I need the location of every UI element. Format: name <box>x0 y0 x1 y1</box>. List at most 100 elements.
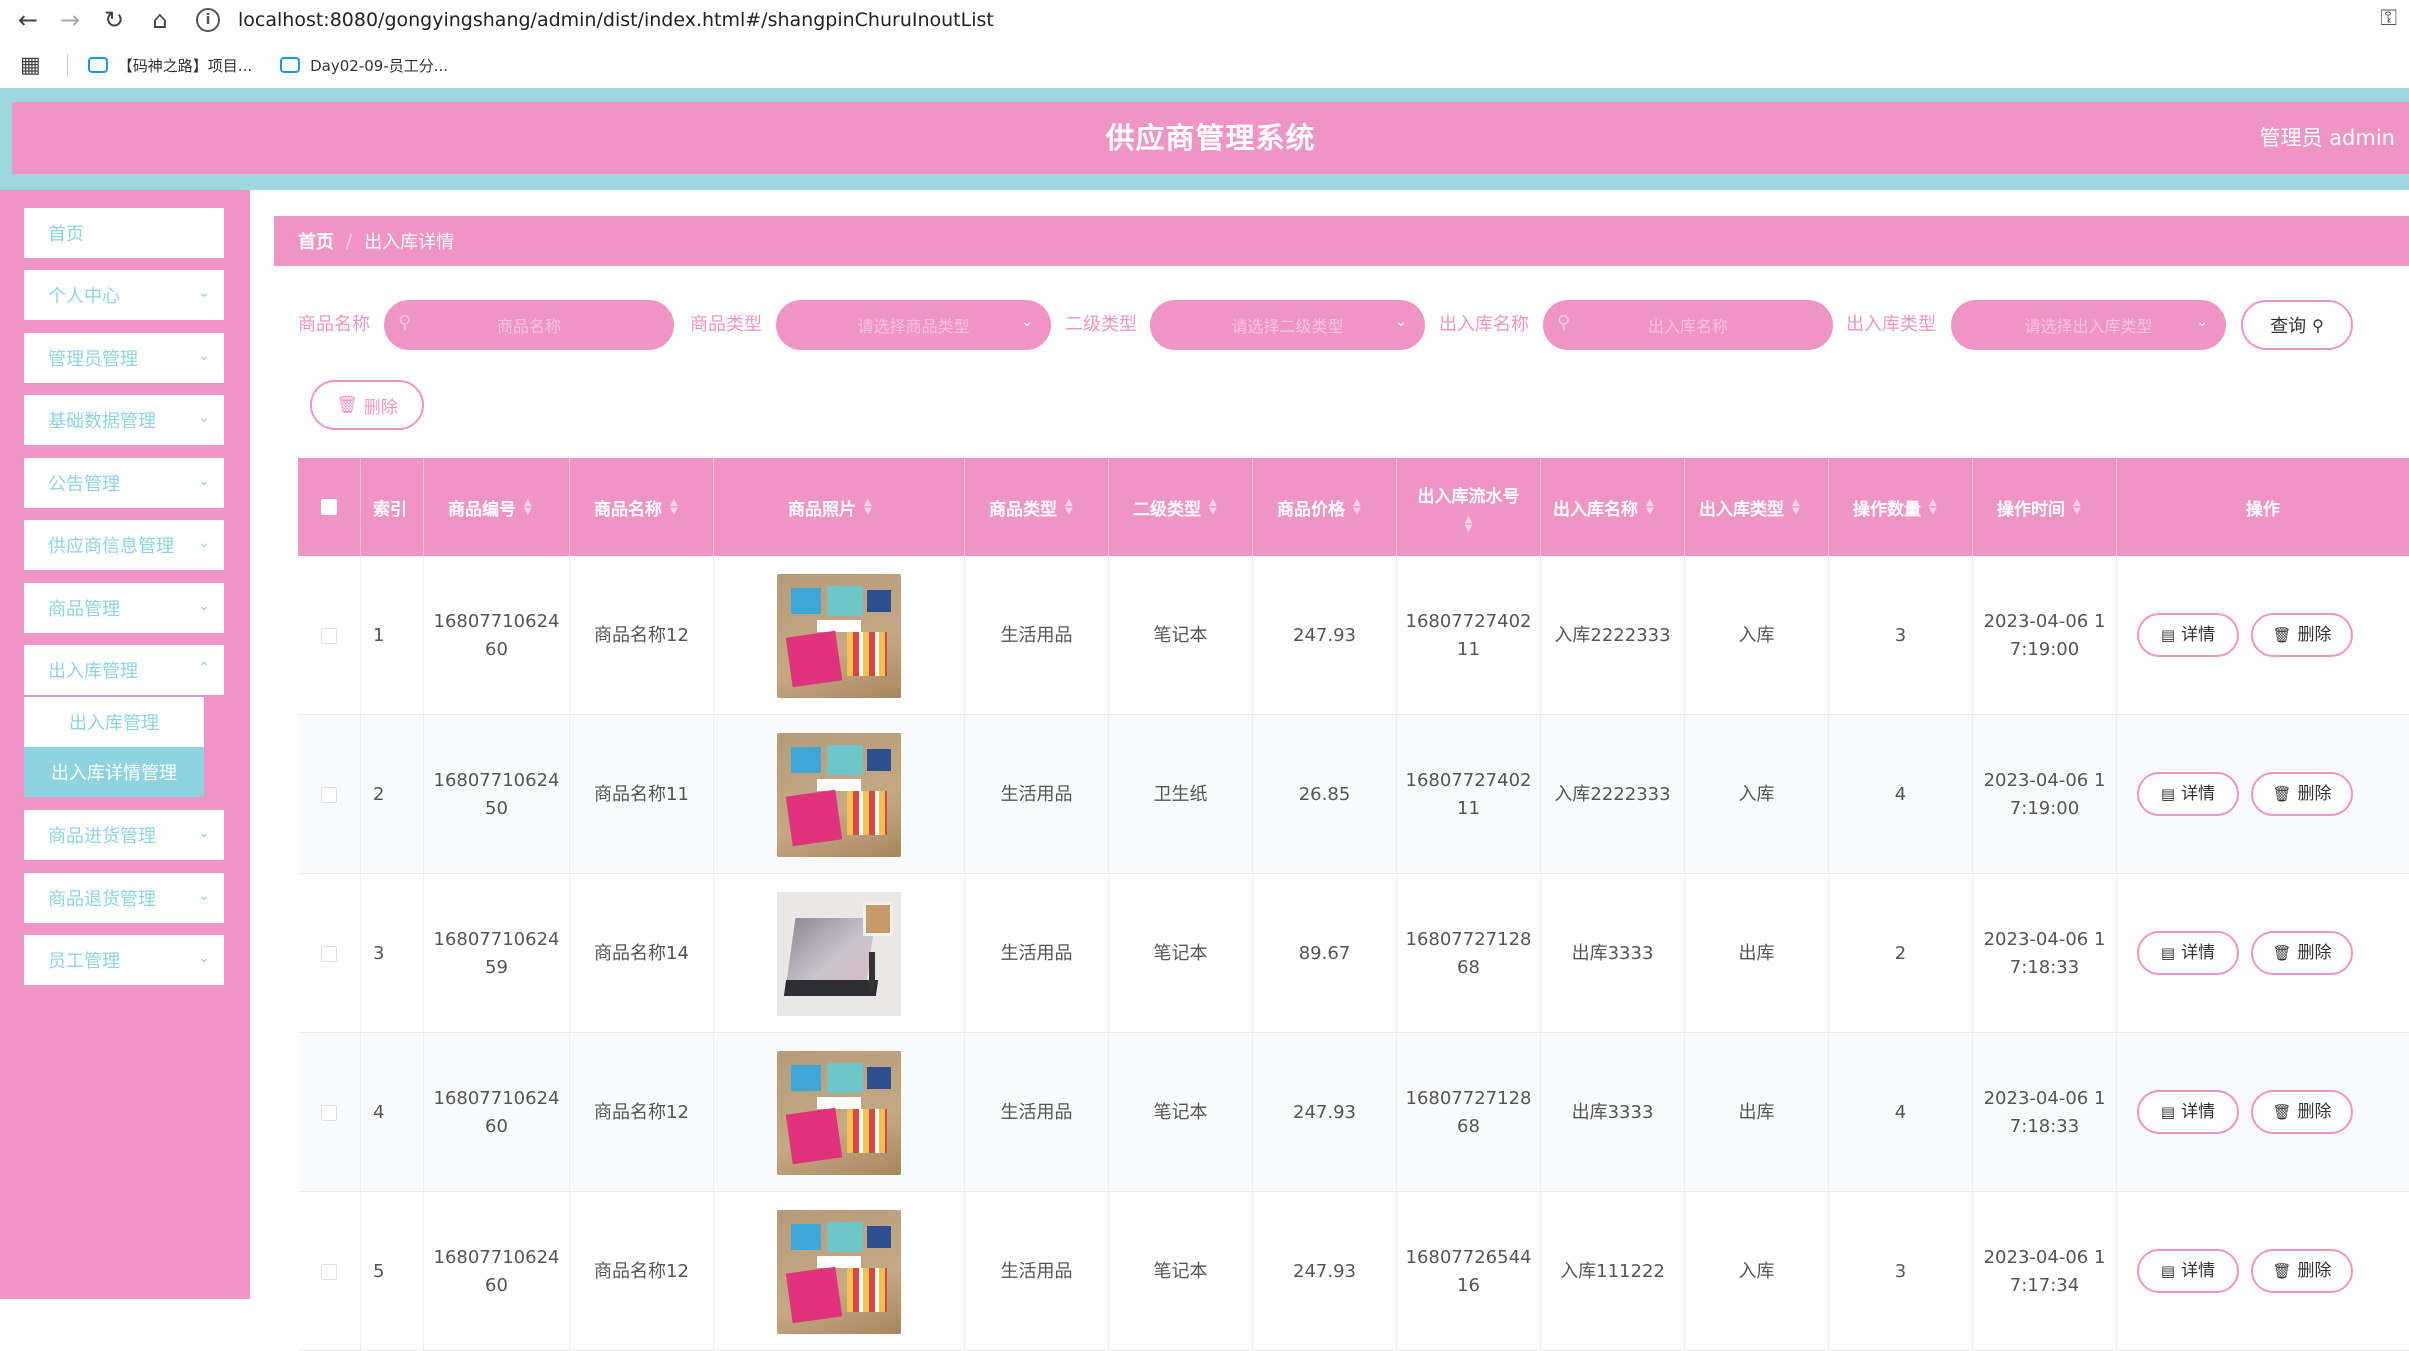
delete-button[interactable]: 🗑 删除 <box>2251 613 2353 657</box>
subtype-cell: 笔记本 <box>1109 874 1253 1033</box>
submenu-item-inout[interactable]: 出入库管理 <box>24 697 204 747</box>
query-button[interactable]: 查询 ⚲ <box>2241 300 2353 350</box>
sidebar-item-inout[interactable]: 出入库管理 ⌃ <box>24 645 224 695</box>
photo-cell <box>714 874 965 1033</box>
bookmark-label: Day02-09-员工分... <box>310 56 449 75</box>
column-header-code[interactable]: 商品编号 ▲ ▼ <box>424 458 570 556</box>
chevron-down-icon: ⌄ <box>2196 314 2208 330</box>
goods-name-input[interactable]: ⚲ 商品名称 <box>384 300 674 350</box>
admin-user-menu[interactable]: 管理员 admin <box>2260 102 2395 174</box>
sidebar-item-base-data[interactable]: 基础数据管理 ⌄ <box>24 395 224 445</box>
detail-button[interactable]: ▤ 详情 <box>2137 1249 2239 1293</box>
sidebar-item-personal-center[interactable]: 个人中心 ⌄ <box>24 270 224 320</box>
column-header-time[interactable]: 操作时间 ▲ ▼ <box>1973 458 2117 556</box>
submenu-item-inout-detail[interactable]: 出入库详情管理 <box>24 747 204 797</box>
delete-button[interactable]: 🗑 删除 <box>2251 931 2353 975</box>
inout-type-select[interactable]: 请选择出入库类型 ⌄ <box>1951 300 2226 350</box>
sidebar-item-supplier[interactable]: 供应商信息管理 ⌄ <box>24 520 224 570</box>
delete-button[interactable]: 🗑 删除 <box>2251 1090 2353 1134</box>
sidebar-item-goods[interactable]: 商品管理 ⌄ <box>24 583 224 633</box>
row-checkbox[interactable] <box>321 627 337 644</box>
column-header-name[interactable]: 商品名称 ▲ ▼ <box>570 458 714 556</box>
select-all-checkbox[interactable] <box>321 499 337 515</box>
chevron-down-icon: ⌄ <box>198 888 210 904</box>
type-cell: 生活用品 <box>965 715 1109 874</box>
row-checkbox[interactable] <box>321 786 337 803</box>
column-header-subtype[interactable]: 二级类型 ▲ ▼ <box>1109 458 1253 556</box>
actions-cell: ▤ 详情 🗑 删除 <box>2117 715 2409 874</box>
type-cell: 生活用品 <box>965 1192 1109 1351</box>
table-row: 5 16807710624 60 商品名称12 生活用品 笔记本 247.93 1… <box>298 1192 2409 1351</box>
subtype-cell: 笔记本 <box>1109 556 1253 715</box>
site-info-icon[interactable]: i <box>196 8 220 32</box>
column-header-serial[interactable]: 出入库流水号 ▲ ▼ <box>1397 458 1541 556</box>
subtype-select[interactable]: 请选择二级类型 ⌄ <box>1150 300 1425 350</box>
address-bar[interactable]: i localhost:8080/gongyingshang/admin/dis… <box>196 3 2376 37</box>
sidebar-item-notice[interactable]: 公告管理 ⌄ <box>24 458 224 508</box>
sort-icon[interactable]: ▲ ▼ <box>1646 498 1654 517</box>
apps-grid-icon[interactable]: ▦ <box>20 53 41 78</box>
sidebar-item-return[interactable]: 商品退货管理 ⌄ <box>24 873 224 923</box>
sort-icon[interactable]: ▲ ▼ <box>670 498 678 517</box>
detail-button[interactable]: ▤ 详情 <box>2137 613 2239 657</box>
home-icon[interactable]: ⌂ <box>144 4 176 36</box>
column-header-inout-type[interactable]: 出入库类型 ▲ ▼ <box>1685 458 1829 556</box>
breadcrumb-home[interactable]: 首页 <box>298 228 334 254</box>
product-photo[interactable] <box>777 891 901 1016</box>
password-key-icon[interactable]: ⚿ <box>2380 6 2397 31</box>
inout-name-input[interactable]: ⚲ 出入库名称 <box>1543 300 1833 350</box>
index-cell: 3 <box>361 874 424 1033</box>
url-text[interactable]: localhost:8080/gongyingshang/admin/dist/… <box>238 9 994 31</box>
sidebar-item-staff[interactable]: 员工管理 ⌄ <box>24 935 224 985</box>
delete-button[interactable]: 🗑 删除 <box>2251 772 2353 816</box>
sort-icon[interactable]: ▲ ▼ <box>1929 498 1937 517</box>
bilibili-icon <box>87 57 108 73</box>
goods-type-select[interactable]: 请选择商品类型 ⌄ <box>776 300 1051 350</box>
product-photo[interactable] <box>777 1050 901 1175</box>
column-header-type[interactable]: 商品类型 ▲ ▼ <box>965 458 1109 556</box>
bookmark-item[interactable]: Day02-09-员工分... <box>280 55 448 76</box>
sort-icon[interactable]: ▲ ▼ <box>524 498 532 517</box>
chevron-down-icon: ⌄ <box>198 473 210 489</box>
price-cell: 247.93 <box>1253 556 1397 715</box>
bookmarks-bar: ▦ 【码神之路】项目... Day02-09-员工分... <box>0 48 2409 82</box>
column-header-photo[interactable]: 商品照片 ▲ ▼ <box>714 458 965 556</box>
sidebar-item-purchase[interactable]: 商品进货管理 ⌄ <box>24 810 224 860</box>
detail-button[interactable]: ▤ 详情 <box>2137 772 2239 816</box>
sort-icon[interactable]: ▲ ▼ <box>1465 514 1473 533</box>
subtype-cell: 卫生纸 <box>1109 715 1253 874</box>
sort-icon[interactable]: ▲ ▼ <box>1209 498 1217 517</box>
detail-button[interactable]: ▤ 详情 <box>2137 931 2239 975</box>
trash-icon: 🗑 <box>336 395 358 415</box>
sort-icon[interactable]: ▲ ▼ <box>1065 498 1073 517</box>
column-header-price[interactable]: 商品价格 ▲ ▼ <box>1253 458 1397 556</box>
sort-icon[interactable]: ▲ ▼ <box>864 498 872 517</box>
code-cell: 16807710624 60 <box>424 1033 570 1192</box>
product-photo[interactable] <box>777 732 901 857</box>
row-checkbox[interactable] <box>321 1104 337 1121</box>
sort-icon[interactable]: ▲ ▼ <box>1353 498 1361 517</box>
detail-button[interactable]: ▤ 详情 <box>2137 1090 2239 1134</box>
reload-icon[interactable]: ↻ <box>98 4 130 36</box>
column-header-inout-name[interactable]: 出入库名称 ▲ ▼ <box>1541 458 1685 556</box>
back-icon[interactable]: ← <box>12 4 44 36</box>
sort-icon[interactable]: ▲ ▼ <box>1792 498 1800 517</box>
sidebar-item-label: 个人中心 <box>48 286 120 307</box>
sidebar-item-admin-management[interactable]: 管理员管理 ⌄ <box>24 333 224 383</box>
chevron-down-icon: ⌄ <box>198 535 210 551</box>
column-header-qty[interactable]: 操作数量 ▲ ▼ <box>1829 458 1973 556</box>
forward-icon[interactable]: → <box>54 4 86 36</box>
row-checkbox[interactable] <box>321 945 337 962</box>
batch-delete-button[interactable]: 🗑 删除 <box>310 380 424 430</box>
row-checkbox[interactable] <box>321 1263 337 1280</box>
product-photo[interactable] <box>777 573 901 698</box>
name-cell: 商品名称12 <box>570 1033 714 1192</box>
product-photo[interactable] <box>777 1209 901 1334</box>
name-cell: 商品名称12 <box>570 556 714 715</box>
bookmark-item[interactable]: 【码神之路】项目... <box>87 55 252 76</box>
code-cell: 16807710624 50 <box>424 715 570 874</box>
chevron-down-icon: ⌄ <box>198 348 210 364</box>
delete-button[interactable]: 🗑 删除 <box>2251 1249 2353 1293</box>
sidebar-item-home[interactable]: 首页 <box>24 208 224 258</box>
sort-icon[interactable]: ▲ ▼ <box>2073 498 2081 517</box>
